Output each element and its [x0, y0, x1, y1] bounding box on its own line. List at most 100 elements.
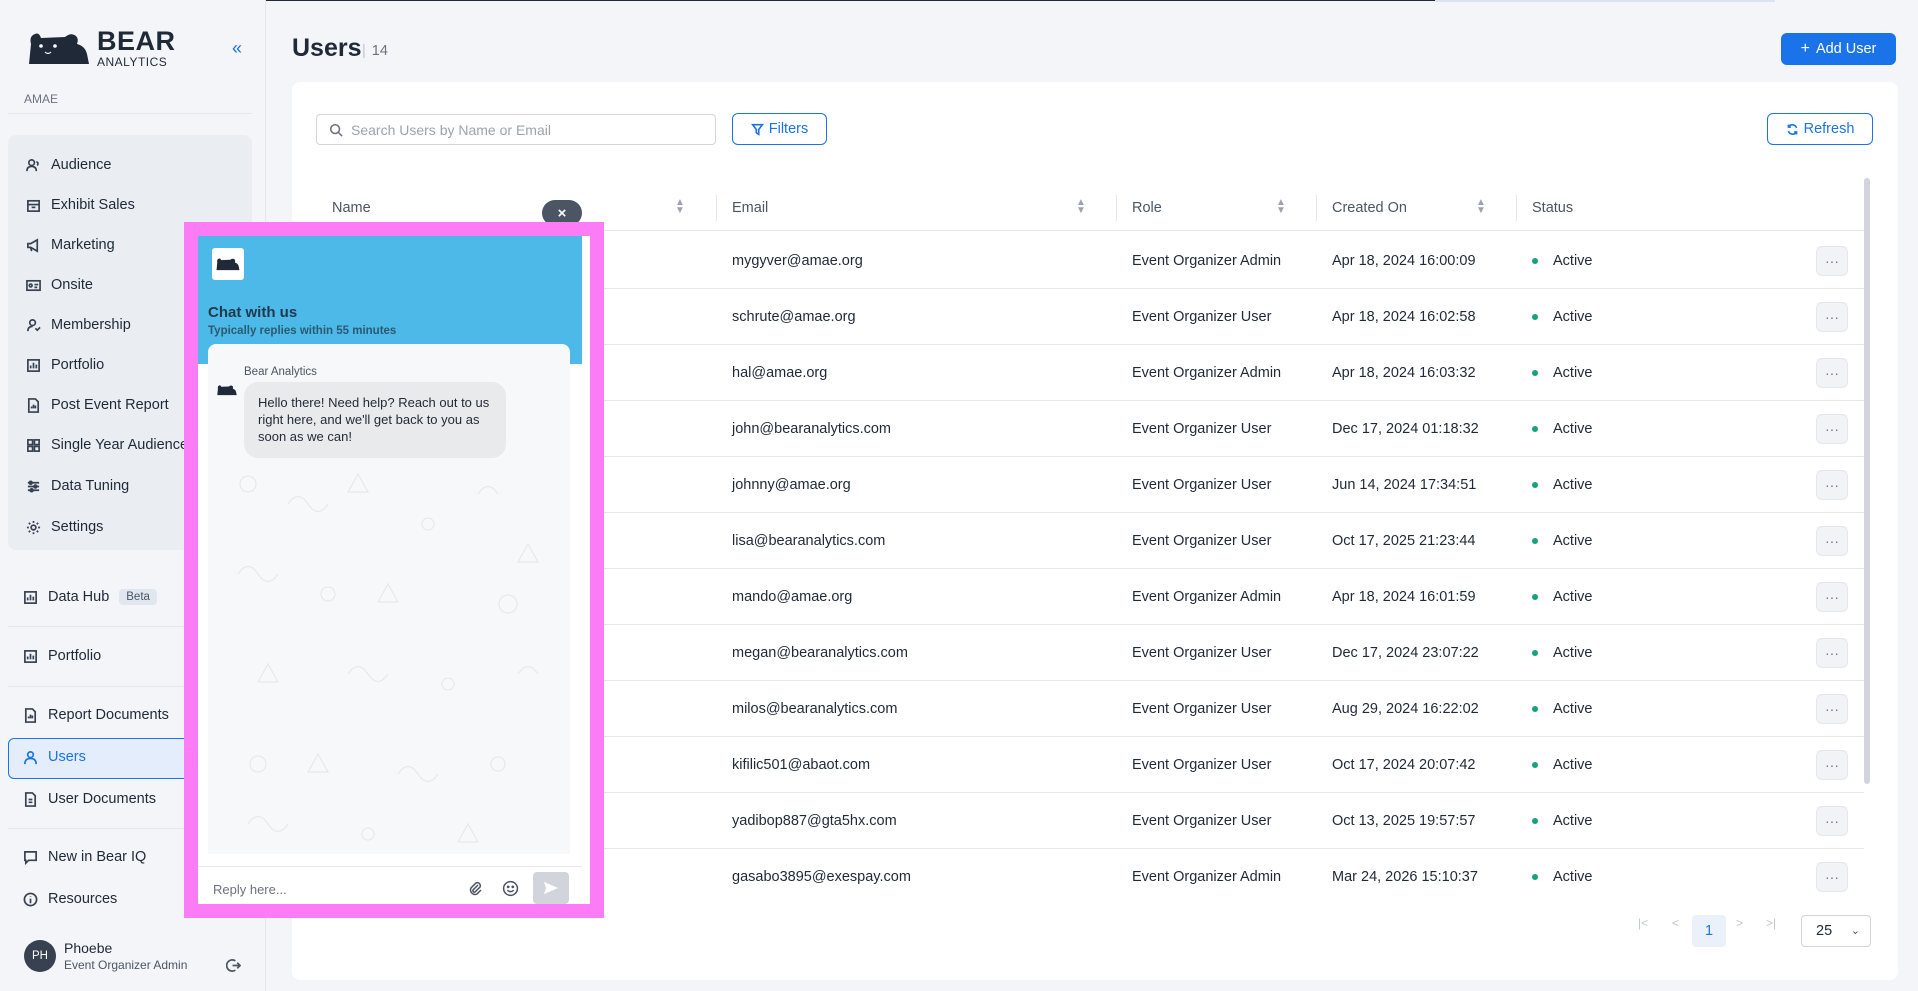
column-divider — [1116, 195, 1117, 221]
current-user[interactable]: PH Phoebe Event Organizer Admin — [24, 940, 187, 972]
cell-email: john@bearanalytics.com — [732, 421, 891, 437]
row-actions-button[interactable]: ··· — [1816, 358, 1848, 388]
top-edge-highlight — [1435, 0, 1775, 2]
sidebar-item-report-documents[interactable]: Report Documents — [22, 700, 169, 730]
id-card-icon — [25, 277, 41, 293]
search-box[interactable] — [316, 114, 716, 145]
cell-status: Active — [1532, 513, 1593, 569]
sidebar-item-settings[interactable]: Settings — [25, 512, 103, 542]
cell-role: Event Organizer User — [1132, 533, 1272, 549]
avatar: PH — [24, 940, 56, 972]
sidebar-item-onsite[interactable]: Onsite — [25, 270, 93, 300]
sidebar-item-audience[interactable]: Audience — [25, 150, 111, 180]
cell-email: schrute@amae.org — [732, 309, 856, 325]
sidebar-item-marketing[interactable]: Marketing — [25, 230, 115, 260]
add-user-label: Add User — [1815, 41, 1877, 57]
cell-email: hal@amae.org — [732, 365, 828, 381]
send-button[interactable] — [533, 872, 569, 904]
table-scrollbar[interactable] — [1864, 178, 1870, 784]
sidebar-item-label: Settings — [51, 519, 104, 535]
paperclip-icon[interactable] — [463, 876, 487, 900]
status-label: Active — [1553, 589, 1593, 605]
user-icon — [22, 749, 38, 765]
status-label: Active — [1553, 421, 1593, 437]
row-actions-button[interactable]: ··· — [1816, 750, 1848, 780]
row-actions-button[interactable]: ··· — [1816, 806, 1848, 836]
filters-button[interactable]: Filters — [732, 113, 827, 145]
column-divider — [1516, 195, 1517, 221]
row-actions-button[interactable]: ··· — [1816, 414, 1848, 444]
row-actions-button[interactable]: ··· — [1816, 694, 1848, 724]
brand-name: BEAR — [97, 26, 176, 56]
sidebar-item-resources[interactable]: Resources — [22, 884, 117, 914]
chat-subtitle: Typically replies within 55 minutes — [208, 325, 397, 337]
status-dot — [1532, 594, 1538, 600]
status-label: Active — [1553, 757, 1593, 773]
sidebar-item-portfolio[interactable]: Portfolio — [25, 350, 104, 380]
sidebar-item-data-tuning[interactable]: Data Tuning — [25, 471, 129, 501]
chat-reply-input[interactable] — [213, 877, 443, 901]
sidebar-item-label: Report Documents — [48, 707, 169, 723]
cell-role: Event Organizer User — [1132, 701, 1272, 717]
column-header-created-on[interactable]: Created On — [1332, 185, 1407, 231]
page-number[interactable]: 1 — [1692, 915, 1726, 947]
filters-label: Filters — [768, 121, 809, 137]
cell-role: Event Organizer Admin — [1132, 365, 1282, 381]
brand-logo[interactable]: BEAR ANALYTICS — [25, 28, 176, 68]
emoji-icon[interactable] — [498, 876, 522, 900]
status-label: Active — [1553, 813, 1593, 829]
storefront-icon — [25, 197, 41, 213]
sidebar-item-user-documents[interactable]: User Documents — [22, 784, 156, 814]
row-actions-button[interactable]: ··· — [1816, 302, 1848, 332]
column-header-email[interactable]: Email — [732, 185, 768, 231]
chat-sender-name: Bear Analytics — [244, 366, 317, 378]
prev-page-icon[interactable]: < — [1672, 916, 1679, 930]
cell-email: megan@bearanalytics.com — [732, 645, 908, 661]
users-icon — [25, 157, 41, 173]
sidebar-item-membership[interactable]: Membership — [25, 310, 131, 340]
column-header-status[interactable]: Status — [1532, 185, 1573, 231]
cell-email: yadibop887@gta5hx.com — [732, 813, 897, 829]
sort-icon[interactable]: ▲ ▼ — [675, 198, 685, 216]
cell-status: Active — [1532, 401, 1593, 457]
add-user-button[interactable]: + Add User — [1781, 33, 1896, 65]
sort-icon[interactable]: ▲ ▼ — [1276, 198, 1286, 216]
next-page-icon[interactable]: > — [1736, 916, 1743, 930]
logout-icon[interactable] — [225, 958, 242, 977]
search-input[interactable] — [351, 121, 691, 138]
sidebar-item-portfolio-main[interactable]: Portfolio — [22, 641, 101, 671]
chevron-down-icon: ⌄ — [1850, 925, 1860, 937]
sidebar-item-label: Portfolio — [48, 648, 102, 664]
row-actions-button[interactable]: ··· — [1816, 526, 1848, 556]
sidebar-item-post-event-report[interactable]: Post Event Report — [25, 390, 169, 420]
cell-role: Event Organizer Admin — [1132, 253, 1282, 269]
row-actions-button[interactable]: ··· — [1816, 582, 1848, 612]
sidebar-item-users[interactable]: Users — [22, 742, 86, 772]
cell-status: Active — [1532, 345, 1593, 401]
sidebar-item-data-hub[interactable]: Data Hub Beta — [22, 582, 157, 612]
last-page-icon[interactable]: >| — [1766, 916, 1776, 930]
row-actions-button[interactable]: ··· — [1816, 470, 1848, 500]
row-actions-button[interactable]: ··· — [1816, 862, 1848, 892]
page-size-select[interactable]: 25 ⌄ — [1801, 915, 1871, 947]
row-actions-button[interactable]: ··· — [1816, 246, 1848, 276]
sidebar-item-label: Marketing — [51, 237, 115, 253]
row-actions-button[interactable]: ··· — [1816, 638, 1848, 668]
sidebar-item-exhibit-sales[interactable]: Exhibit Sales — [25, 190, 135, 220]
collapse-sidebar-button[interactable]: « — [232, 38, 242, 59]
first-page-icon[interactable]: |< — [1638, 916, 1648, 930]
chat-message: Hello there! Need help? Reach out to us … — [244, 382, 506, 458]
status-dot — [1532, 370, 1538, 376]
cell-created-on: Apr 18, 2024 16:03:32 — [1332, 365, 1476, 381]
cell-created-on: Apr 18, 2024 16:00:09 — [1332, 253, 1476, 269]
document-icon — [22, 791, 38, 807]
chart-icon — [22, 648, 38, 664]
refresh-button[interactable]: Refresh — [1767, 113, 1873, 145]
column-header-role[interactable]: Role — [1132, 185, 1162, 231]
sort-icon[interactable]: ▲ ▼ — [1076, 198, 1086, 216]
sort-icon[interactable]: ▲ ▼ — [1476, 198, 1486, 216]
status-dot — [1532, 314, 1538, 320]
cell-created-on: Apr 18, 2024 16:02:58 — [1332, 309, 1476, 325]
sidebar-item-single-year-audience[interactable]: Single Year Audience — [25, 430, 188, 460]
sidebar-item-new-in-bear-iq[interactable]: New in Bear IQ — [22, 842, 146, 872]
